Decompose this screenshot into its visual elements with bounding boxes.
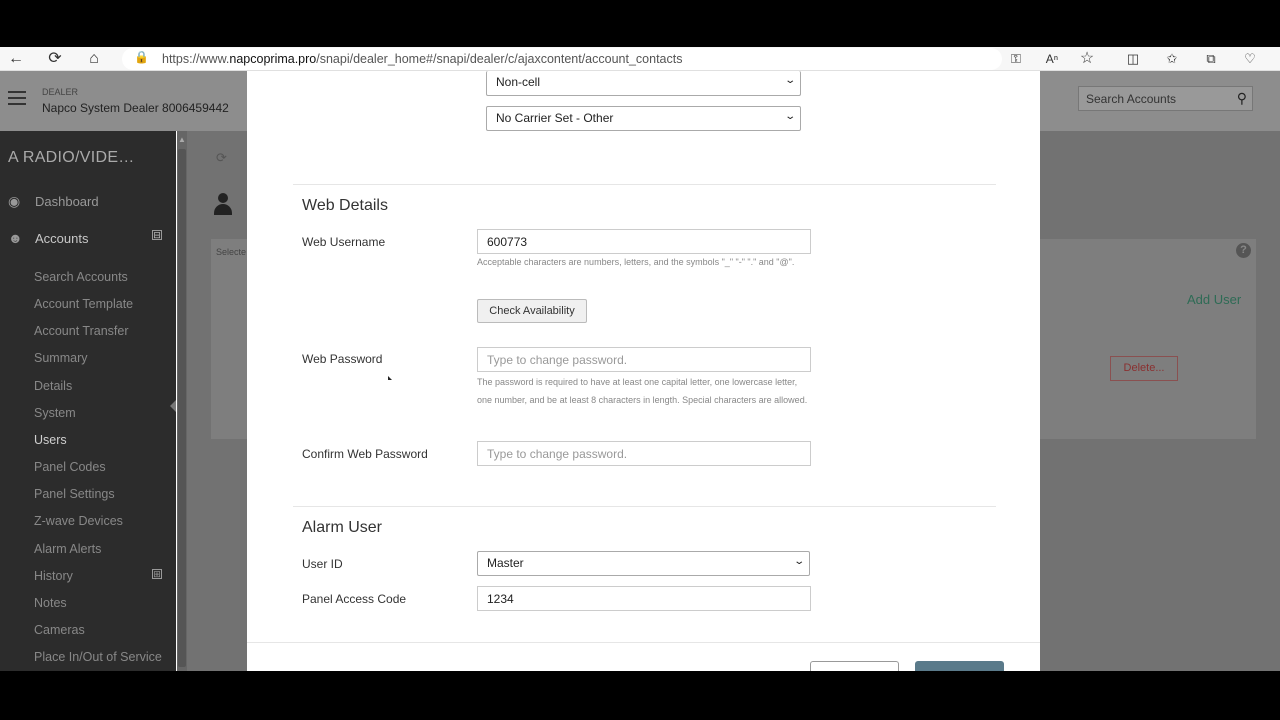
dealer-label: DEALER <box>42 87 79 97</box>
user-icon <box>212 193 234 215</box>
search-icon[interactable]: ⚲ <box>1237 90 1247 107</box>
cancel-button[interactable] <box>810 661 899 671</box>
sidebar-item-zwave-devices[interactable]: Z-wave Devices <box>34 514 123 528</box>
web-password-input[interactable]: Type to change password. <box>477 347 811 372</box>
split-screen-icon[interactable]: ◫ <box>1123 49 1143 69</box>
confirm-password-label: Confirm Web Password <box>302 447 428 461</box>
users-icon: ☻ <box>8 230 23 246</box>
scrollbar-thumb[interactable] <box>178 149 186 667</box>
search-accounts-input[interactable]: Search Accounts ⚲ <box>1078 86 1253 111</box>
sidebar-item-search-accounts[interactable]: Search Accounts <box>34 270 128 284</box>
panel-access-code-input[interactable]: 1234 <box>477 586 811 611</box>
address-bar[interactable]: 🔒 https://www.napcoprima.pro/snapi/deale… <box>122 48 1002 70</box>
edit-user-modal: Non-cell ⌄ No Carrier Set - Other ⌄ Web … <box>247 71 1040 671</box>
collapse-icon[interactable]: ⊟ <box>152 230 162 240</box>
sidebar-item-accounts[interactable]: ☻ Accounts ⊟ <box>0 225 176 253</box>
expand-icon[interactable]: ⊞ <box>152 569 162 579</box>
delete-button: Delete... <box>1110 356 1178 381</box>
read-aloud-icon[interactable]: Aⁿ <box>1042 49 1062 69</box>
save-button[interactable] <box>915 661 1004 671</box>
sidebar-item-account-template[interactable]: Account Template <box>34 297 133 311</box>
check-availability-button[interactable]: Check Availability <box>477 299 587 323</box>
health-icon[interactable]: ♡ <box>1240 49 1260 69</box>
footer-divider <box>247 642 1040 643</box>
sidebar-item-dashboard[interactable]: ◉ Dashboard <box>0 188 176 216</box>
section-divider <box>293 184 996 185</box>
dealer-name: Napco System Dealer 8006459442 <box>42 101 229 115</box>
chevron-down-icon: ⌄ <box>783 111 796 122</box>
web-username-label: Web Username <box>302 235 386 249</box>
sidebar-item-history[interactable]: History <box>34 569 164 583</box>
panel-access-code-label: Panel Access Code <box>302 592 407 606</box>
web-details-title: Web Details <box>302 197 388 214</box>
screen: ← ⟳ ⌂ 🔒 https://www.napcoprima.pro/snapi… <box>0 47 1280 671</box>
sidebar-item-place-in-out-of-service[interactable]: Place In/Out of Service <box>34 650 162 664</box>
web-password-help: The password is required to have at leas… <box>477 377 808 405</box>
browser-toolbar: ← ⟳ ⌂ 🔒 https://www.napcoprima.pro/snapi… <box>0 47 1280 71</box>
alarm-user-title: Alarm User <box>302 519 383 536</box>
lock-icon: 🔒 <box>134 50 149 64</box>
sidebar-history-toggle[interactable]: ⊞ <box>0 564 162 592</box>
favorites-icon[interactable]: ✩ <box>1162 49 1182 69</box>
user-id-select[interactable]: Master ⌄ <box>477 551 810 576</box>
sidebar-item-account-transfer[interactable]: Account Transfer <box>34 324 129 338</box>
mouse-cursor <box>388 376 392 380</box>
chevron-down-icon: ⌄ <box>783 75 796 86</box>
scroll-up-icon[interactable]: ▲ <box>178 135 186 144</box>
sidebar-scrollbar[interactable]: ▲ <box>177 131 187 671</box>
home-icon[interactable]: ⌂ <box>84 49 104 69</box>
sidebar-item-system[interactable]: System <box>34 406 76 420</box>
active-item-caret <box>170 400 176 412</box>
collections-icon[interactable]: ⧉ <box>1201 49 1221 69</box>
sidebar-item-details[interactable]: Details <box>34 379 72 393</box>
sidebar-item-users[interactable]: Users <box>34 433 67 447</box>
reload-icon[interactable]: ⟳ <box>45 49 65 69</box>
dashboard-icon: ◉ <box>8 193 21 209</box>
sidebar-item-cameras[interactable]: Cameras <box>34 623 85 637</box>
chevron-down-icon: ⌄ <box>792 556 805 567</box>
menu-icon[interactable] <box>8 91 26 105</box>
carrier-select[interactable]: No Carrier Set - Other ⌄ <box>486 106 801 131</box>
web-password-label: Web Password <box>302 352 383 366</box>
sidebar-item-notes[interactable]: Notes <box>34 596 67 610</box>
confirm-password-input[interactable]: Type to change password. <box>477 441 811 466</box>
add-user-link: Add User <box>1187 292 1242 307</box>
refresh-icon: ⟳ <box>216 150 227 165</box>
sidebar-item-alarm-alerts[interactable]: Alarm Alerts <box>34 542 101 556</box>
sidebar-item-panel-codes[interactable]: Panel Codes <box>34 460 106 474</box>
sidebar: A RADIO/VIDE… ◉ Dashboard ☻ Accounts ⊟ S… <box>0 131 176 671</box>
web-username-input[interactable]: 600773 <box>477 229 811 254</box>
help-icon: ? <box>1236 243 1251 258</box>
selected-label: Selecte <box>216 247 247 257</box>
sidebar-item-summary[interactable]: Summary <box>34 351 87 365</box>
favorite-star-icon[interactable]: ☆ <box>1077 49 1097 69</box>
back-icon[interactable]: ← <box>6 49 26 69</box>
phone-type-select[interactable]: Non-cell ⌄ <box>486 71 801 96</box>
url-text: https://www.napcoprima.pro/snapi/dealer_… <box>162 52 683 66</box>
user-id-label: User ID <box>302 557 343 571</box>
account-title: A RADIO/VIDE… <box>8 149 135 166</box>
key-icon[interactable]: ⚿ <box>1006 49 1026 69</box>
sidebar-item-panel-settings[interactable]: Panel Settings <box>34 487 115 501</box>
section-divider <box>293 506 996 507</box>
web-username-help: Acceptable characters are numbers, lette… <box>477 257 795 267</box>
